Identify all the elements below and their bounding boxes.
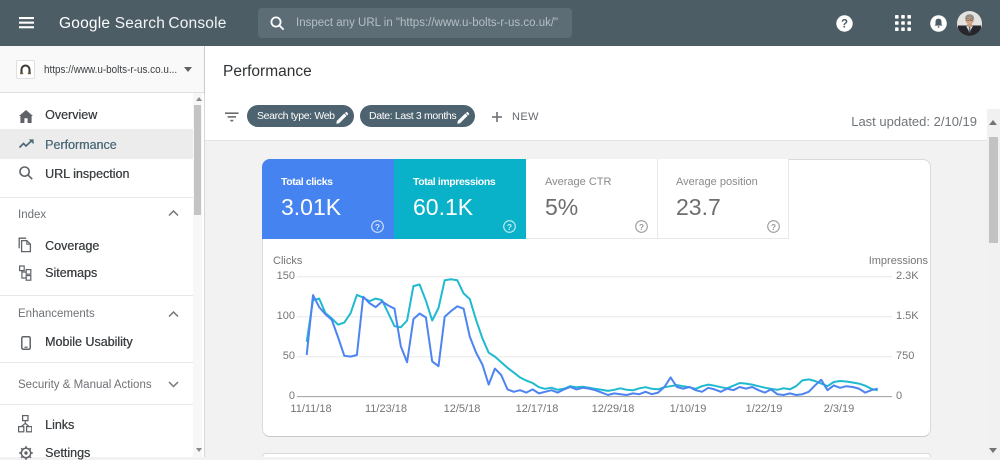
- svg-text:?: ?: [375, 222, 380, 232]
- svg-text:?: ?: [507, 222, 512, 232]
- svg-text:?: ?: [841, 19, 848, 31]
- svg-text:?: ?: [639, 222, 644, 232]
- svg-text:?: ?: [770, 222, 775, 232]
